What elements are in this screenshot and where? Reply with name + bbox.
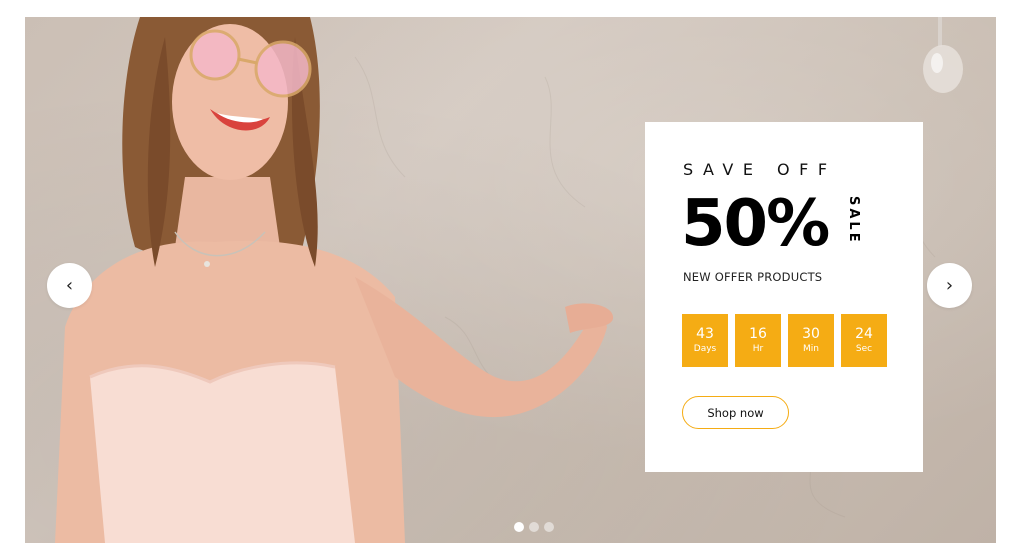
discount-value: 50% bbox=[681, 187, 830, 261]
countdown-seconds: 24 Sec bbox=[841, 314, 887, 367]
countdown-hours-unit: Hr bbox=[752, 344, 764, 354]
chevron-right-icon: › bbox=[945, 274, 954, 296]
slider-prev-button[interactable]: ‹ bbox=[47, 263, 92, 308]
countdown-minutes: 30 Min bbox=[788, 314, 834, 367]
promo-card: SAVE OFF 50% SALE NEW OFFER PRODUCTS 43 … bbox=[645, 122, 923, 472]
pagination-dot-2[interactable] bbox=[529, 522, 539, 532]
countdown-timer: 43 Days 16 Hr 30 Min 24 Sec bbox=[682, 314, 887, 367]
countdown-days-unit: Days bbox=[693, 344, 717, 354]
countdown-seconds-value: 24 bbox=[855, 326, 873, 342]
countdown-minutes-value: 30 bbox=[802, 326, 820, 342]
countdown-days: 43 Days bbox=[682, 314, 728, 367]
promo-headline: SAVE OFF bbox=[683, 160, 837, 179]
countdown-seconds-unit: Sec bbox=[855, 344, 873, 354]
hero-slider: SAVE OFF 50% SALE NEW OFFER PRODUCTS 43 … bbox=[25, 17, 996, 543]
sale-label: SALE bbox=[846, 196, 861, 245]
countdown-hours: 16 Hr bbox=[735, 314, 781, 367]
countdown-days-value: 43 bbox=[696, 326, 714, 342]
slider-pagination bbox=[514, 522, 554, 532]
chevron-left-icon: ‹ bbox=[65, 274, 74, 296]
slider-next-button[interactable]: › bbox=[927, 263, 972, 308]
shop-now-button[interactable]: Shop now bbox=[682, 396, 789, 429]
countdown-minutes-unit: Min bbox=[803, 344, 819, 354]
countdown-hours-value: 16 bbox=[749, 326, 767, 342]
light-bulb-decor bbox=[923, 17, 963, 93]
promo-subheadline: NEW OFFER PRODUCTS bbox=[683, 270, 823, 284]
pagination-dot-3[interactable] bbox=[544, 522, 554, 532]
pagination-dot-1[interactable] bbox=[514, 522, 524, 532]
